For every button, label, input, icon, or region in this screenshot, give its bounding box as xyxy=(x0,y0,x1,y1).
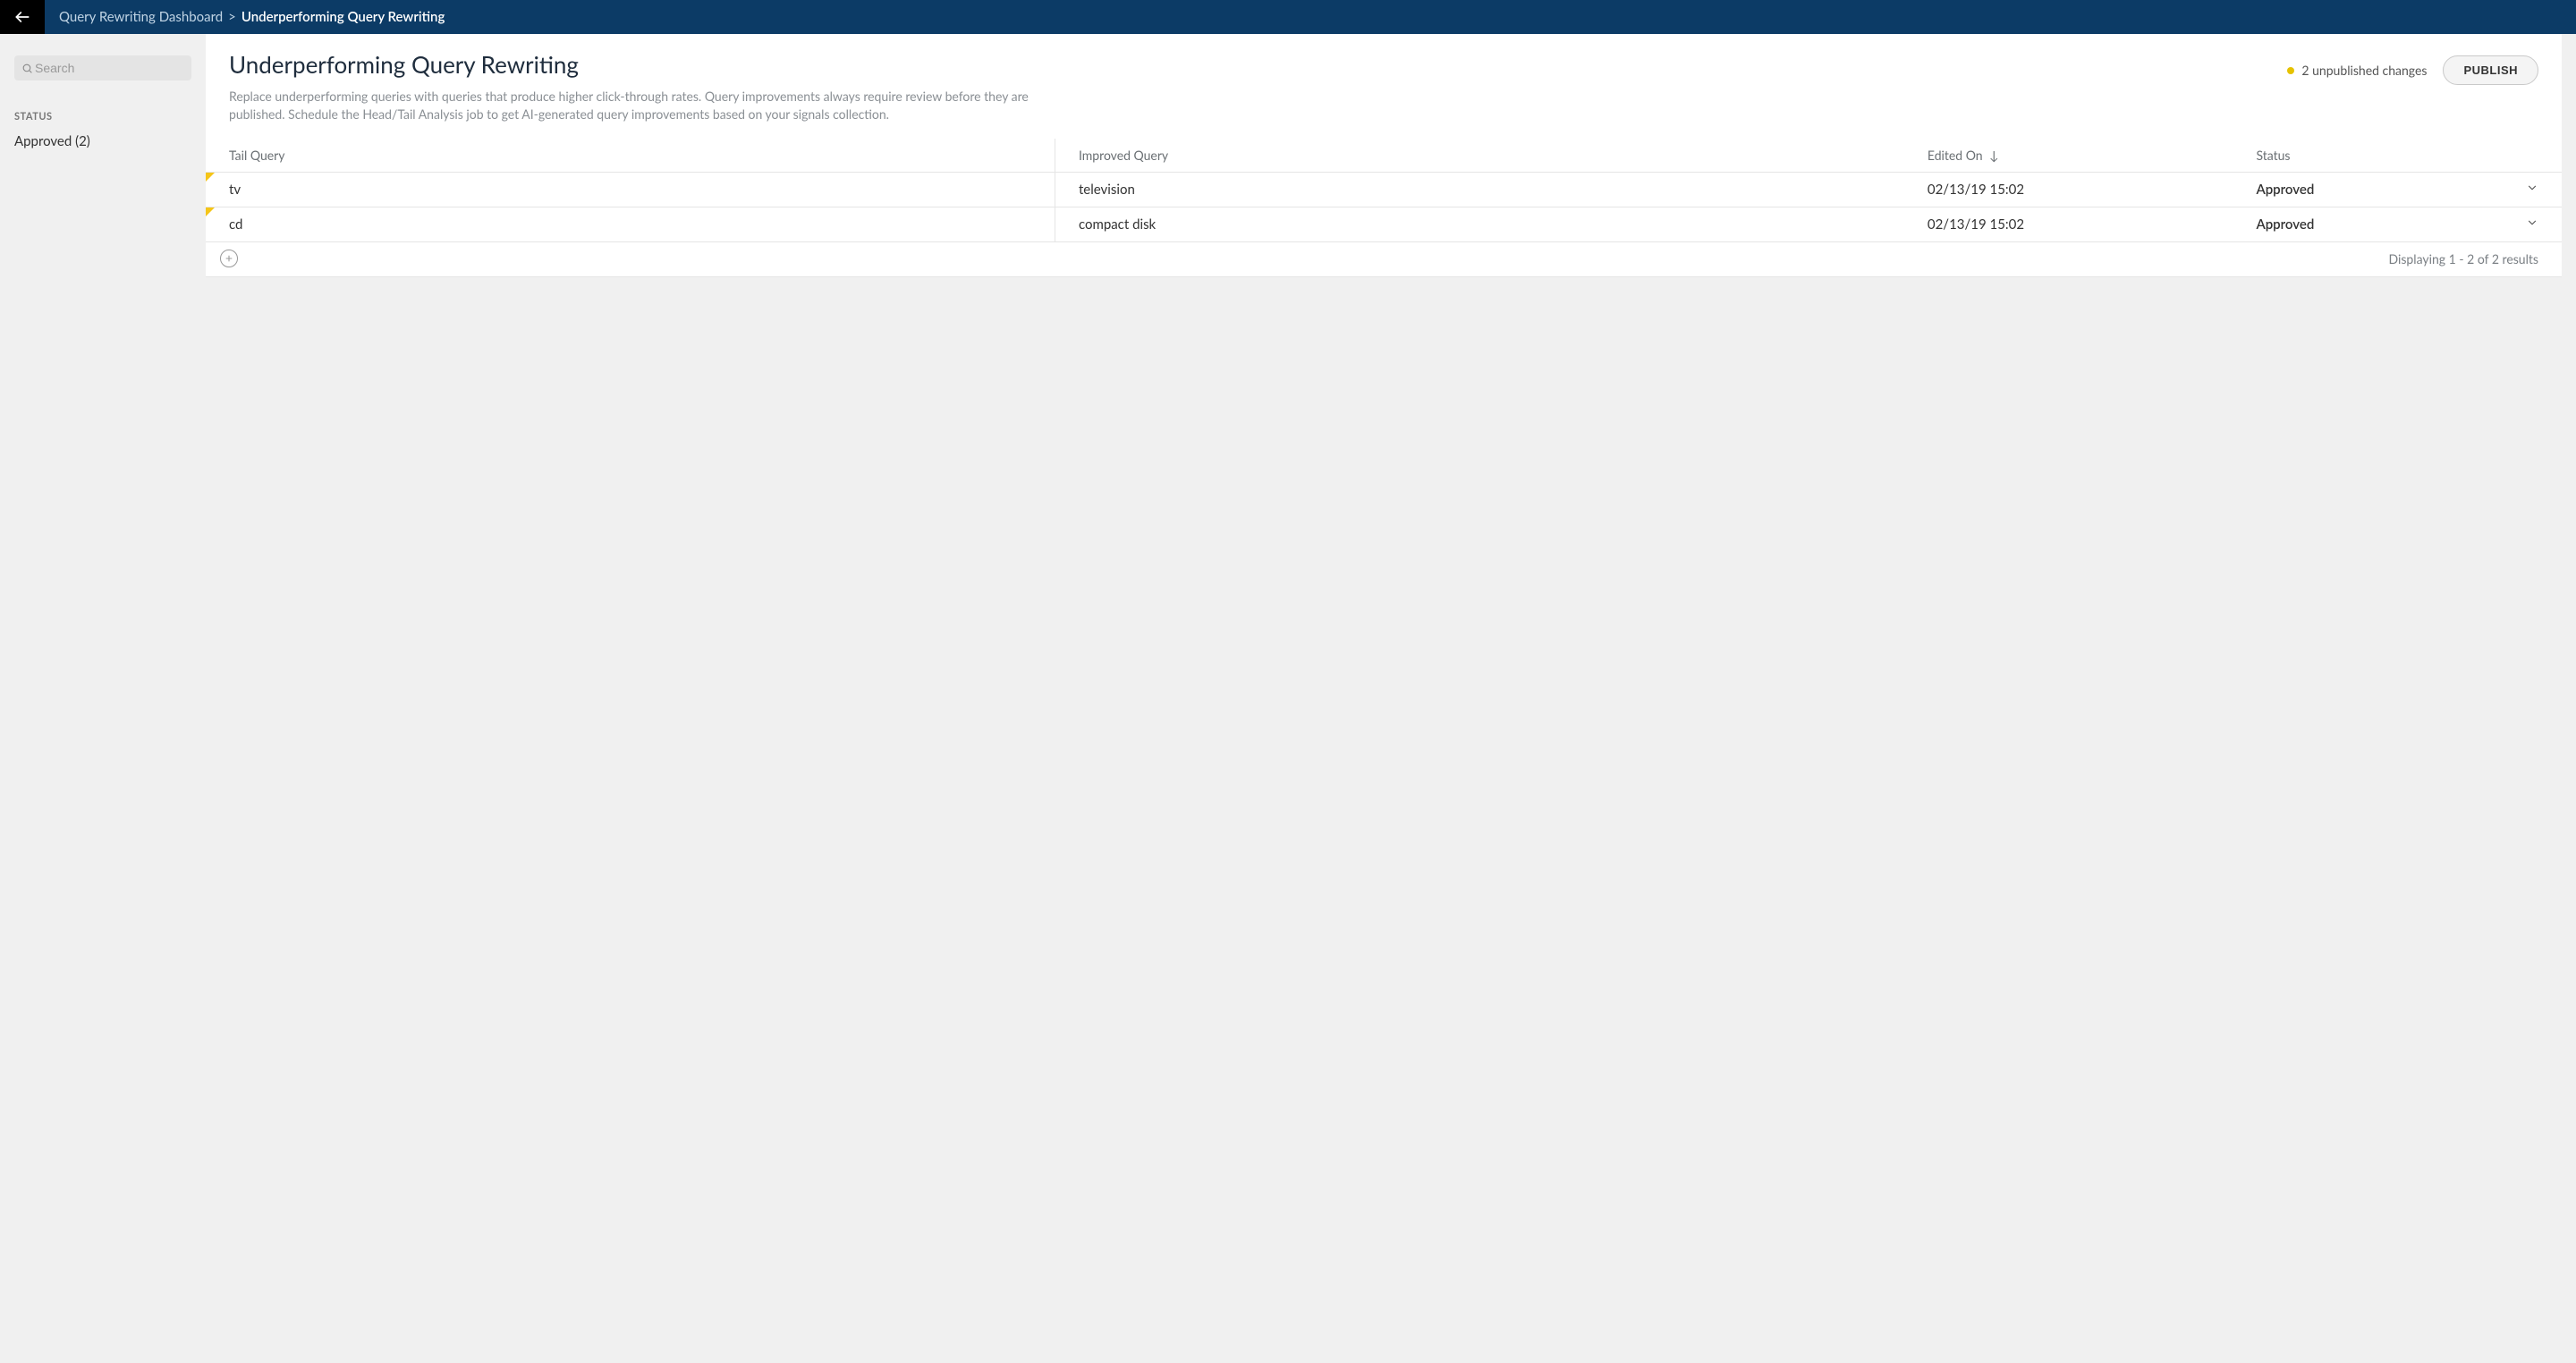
col-header-improved-query[interactable]: Improved Query xyxy=(1055,139,1903,173)
cell-edited-on: 02/13/19 15:02 xyxy=(1904,173,2233,207)
table-footer: Displaying 1 - 2 of 2 results xyxy=(206,242,2562,277)
chevron-down-icon xyxy=(2526,216,2538,229)
publish-button[interactable]: PUBLISH xyxy=(2443,55,2538,85)
status-dot-icon xyxy=(2287,67,2294,74)
add-row-button[interactable] xyxy=(220,250,238,267)
content-panel: Underperforming Query Rewriting Replace … xyxy=(206,34,2562,277)
cell-status: Approved xyxy=(2233,207,2452,242)
sort-desc-icon: ↓ xyxy=(1989,148,1999,163)
back-button[interactable] xyxy=(0,0,45,34)
sidebar: STATUS Approved (2) xyxy=(0,34,206,1363)
breadcrumb-parent[interactable]: Query Rewriting Dashboard xyxy=(59,9,223,25)
search-icon xyxy=(21,63,33,74)
results-count: Displaying 1 - 2 of 2 results xyxy=(2389,251,2539,267)
main: Underperforming Query Rewriting Replace … xyxy=(206,34,2576,1363)
breadcrumb: Query Rewriting Dashboard > Underperform… xyxy=(45,0,445,34)
cell-tail-query[interactable]: cd xyxy=(206,207,1055,242)
query-table: Tail Query Improved Query Edited On ↓ St… xyxy=(206,139,2562,242)
col-header-status[interactable]: Status xyxy=(2233,139,2452,173)
search-input[interactable] xyxy=(33,61,184,75)
col-header-edited-on-label: Edited On xyxy=(1928,148,1983,163)
search-wrap[interactable] xyxy=(14,55,191,80)
chevron-down-icon xyxy=(2526,182,2538,194)
cell-tail-query[interactable]: tv xyxy=(206,173,1055,207)
cell-status: Approved xyxy=(2233,173,2452,207)
cell-expand[interactable] xyxy=(2452,207,2562,242)
cell-improved-query[interactable]: television xyxy=(1055,173,1903,207)
plus-icon xyxy=(225,254,233,263)
cell-edited-on: 02/13/19 15:02 xyxy=(1904,207,2233,242)
table-row[interactable]: cd compact disk 02/13/19 15:02 Approved xyxy=(206,207,2562,242)
table-row[interactable]: tv television 02/13/19 15:02 Approved xyxy=(206,173,2562,207)
page-title: Underperforming Query Rewriting xyxy=(229,50,2287,79)
arrow-left-icon xyxy=(13,8,31,26)
unpublished-changes-text: 2 unpublished changes xyxy=(2301,63,2427,78)
filter-item-approved[interactable]: Approved (2) xyxy=(14,131,191,151)
filter-heading-status: STATUS xyxy=(14,111,191,123)
topbar: Query Rewriting Dashboard > Underperform… xyxy=(0,0,2576,34)
breadcrumb-current: Underperforming Query Rewriting xyxy=(242,9,445,25)
unpublished-changes-indicator: 2 unpublished changes xyxy=(2287,63,2427,78)
col-header-edited-on[interactable]: Edited On ↓ xyxy=(1904,139,2233,173)
cell-expand[interactable] xyxy=(2452,173,2562,207)
breadcrumb-separator: > xyxy=(228,9,236,25)
col-header-tail-query[interactable]: Tail Query xyxy=(206,139,1055,173)
page-description: Replace underperforming queries with que… xyxy=(229,88,1070,123)
cell-improved-query[interactable]: compact disk xyxy=(1055,207,1903,242)
